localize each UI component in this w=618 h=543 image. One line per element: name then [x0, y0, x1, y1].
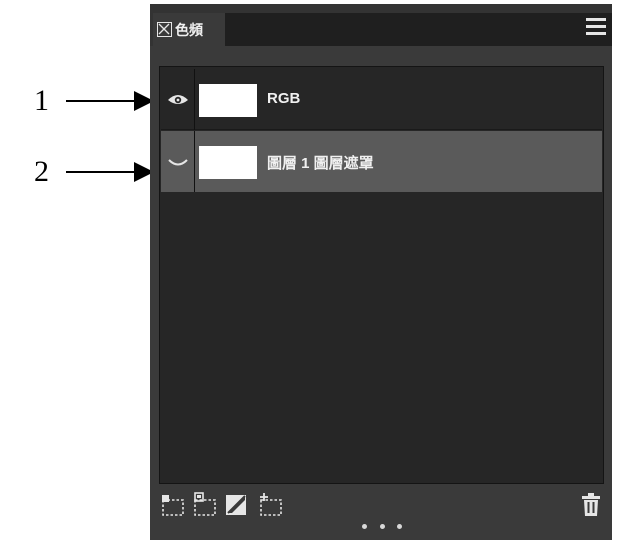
channel-list: RGB 圖層 1 圖層遮罩: [159, 66, 604, 484]
tab-label: 色頻: [175, 21, 203, 38]
visibility-toggle[interactable]: [161, 131, 195, 192]
callout-number: 2: [34, 155, 49, 188]
eye-closed-icon: [167, 158, 188, 165]
channels-panel: 色頻 RGB 圖層 1 圖層遮罩: [150, 4, 612, 540]
channel-mask-icon[interactable]: [224, 492, 250, 518]
channel-name: 圖層 1 圖層遮罩: [267, 155, 374, 172]
tab-close-icon[interactable]: [157, 22, 172, 37]
callout-arrow-icon: [66, 91, 154, 111]
channel-row-layer-mask[interactable]: 圖層 1 圖層遮罩: [161, 131, 602, 192]
panel-header: 色頻: [150, 4, 612, 46]
callout-number: 1: [34, 84, 49, 117]
callout-arrow-icon: [66, 162, 154, 182]
visibility-toggle[interactable]: [161, 69, 195, 130]
channel-thumbnail: [199, 84, 257, 117]
channel-row-rgb[interactable]: RGB: [161, 69, 602, 130]
tab-bar: [225, 13, 612, 46]
hamburger-menu-icon[interactable]: [586, 18, 606, 36]
callout-1: 1: [30, 86, 155, 116]
more-dots-icon[interactable]: [362, 524, 402, 532]
channel-name: RGB: [267, 90, 301, 107]
save-selection-as-channel-icon[interactable]: [192, 492, 218, 518]
new-channel-icon[interactable]: [258, 492, 284, 518]
channel-thumbnail: [199, 146, 257, 179]
trash-icon[interactable]: [578, 492, 604, 518]
load-channel-as-selection-icon[interactable]: [160, 492, 186, 518]
eye-icon: [167, 94, 188, 104]
tab-channels[interactable]: 色頻: [153, 13, 225, 46]
panel-footer: [150, 484, 612, 540]
callout-2: 2: [30, 157, 155, 187]
